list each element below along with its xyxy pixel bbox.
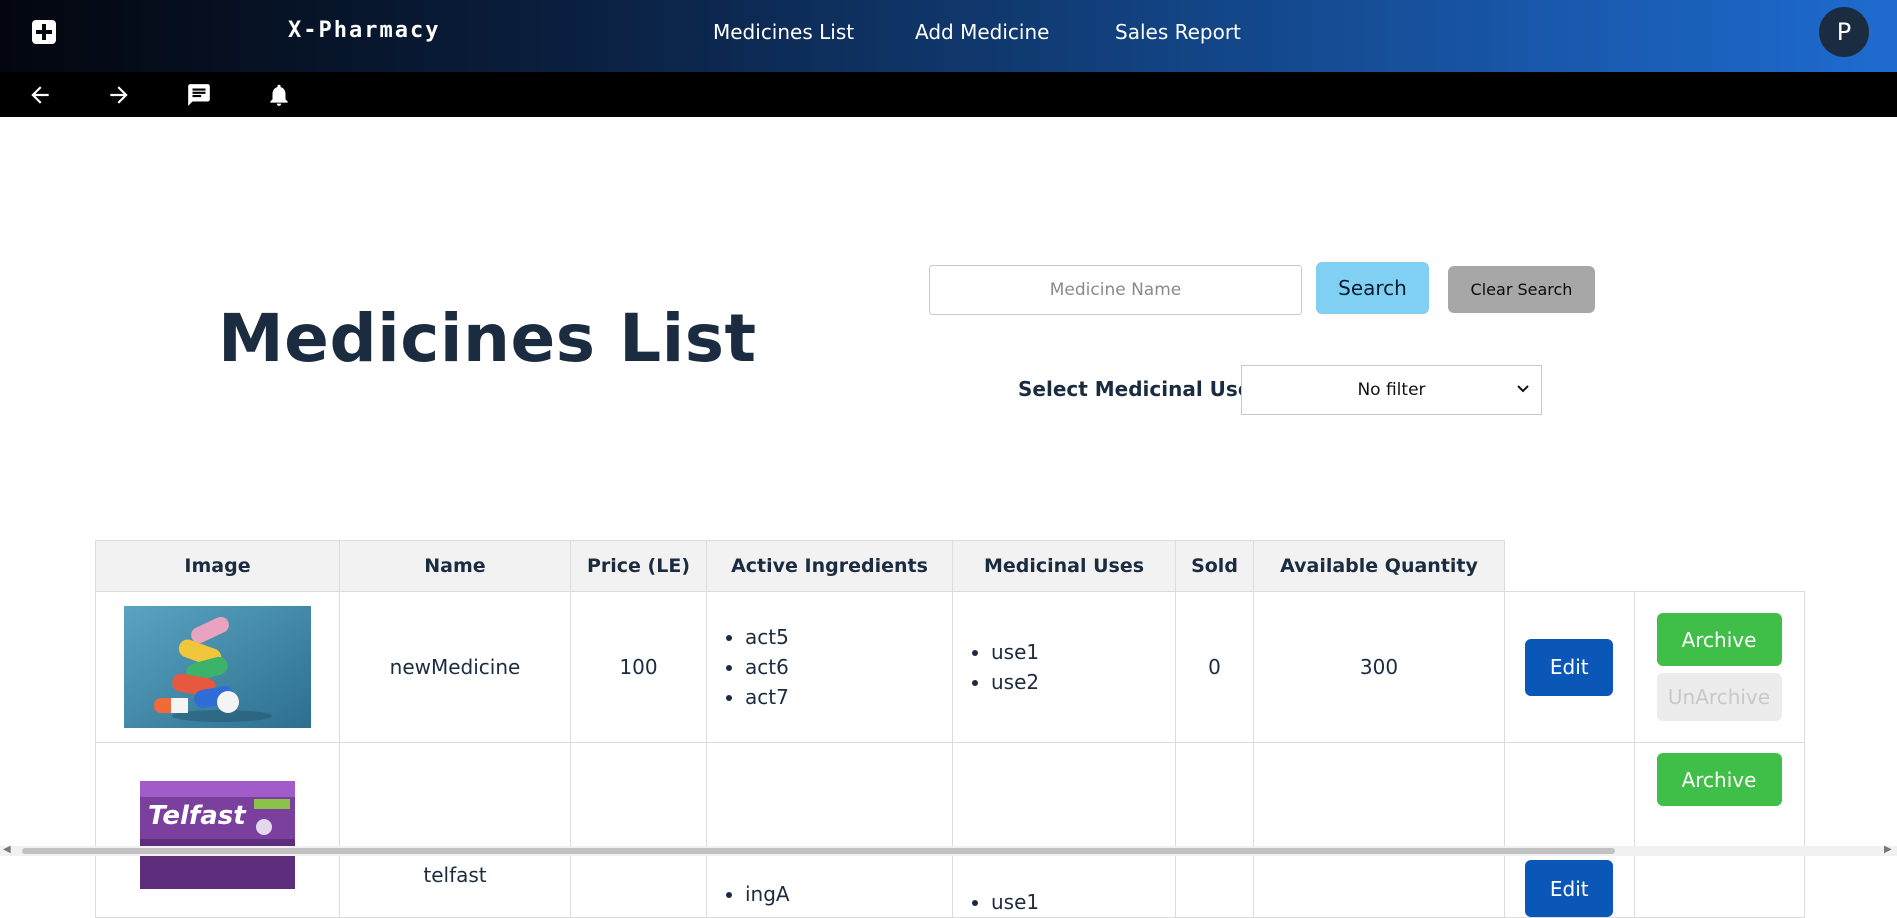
row-price	[570, 742, 707, 918]
row-image-cell: Telfast	[95, 742, 340, 918]
row-archive-cell: Archive UnArchive	[1633, 591, 1805, 743]
row-name: telfast	[339, 742, 571, 918]
header-sold: Sold	[1175, 540, 1254, 592]
header-name: Name	[339, 540, 571, 592]
ingredient-item: act6	[745, 652, 952, 682]
scroll-left-icon[interactable]: ◀	[3, 844, 11, 855]
nav-sales-report[interactable]: Sales Report	[1115, 20, 1241, 44]
bell-icon[interactable]	[266, 82, 292, 108]
row-image-cell	[95, 591, 340, 743]
medicines-table: Image Name Price (LE) Active Ingredients…	[95, 540, 1805, 918]
row-uses: use1 use2	[952, 591, 1176, 743]
search-button[interactable]: Search	[1316, 262, 1429, 314]
row-name: newMedicine	[339, 591, 571, 743]
row-edit-cell: Edit	[1504, 742, 1635, 918]
filter-selected-value: No filter	[1357, 380, 1426, 400]
row-edit-cell: Edit	[1504, 591, 1635, 743]
header-archive-spacer	[1634, 540, 1804, 592]
secondary-toolbar	[0, 72, 1897, 117]
medicinal-use-select[interactable]: No filter	[1241, 365, 1542, 415]
table-header-row: Image Name Price (LE) Active Ingredients…	[95, 540, 1804, 592]
header-medicinal-uses: Medicinal Uses	[952, 540, 1176, 592]
header-price: Price (LE)	[570, 540, 707, 592]
header-image: Image	[95, 540, 340, 592]
page-title: Medicines List	[218, 300, 757, 377]
nav-medicines-list[interactable]: Medicines List	[713, 20, 854, 44]
header-active-ingredients: Active Ingredients	[706, 540, 953, 592]
search-input[interactable]	[929, 265, 1302, 315]
nav-add-medicine[interactable]: Add Medicine	[915, 20, 1049, 44]
unarchive-button[interactable]: UnArchive	[1656, 673, 1782, 721]
header-edit-spacer	[1504, 540, 1634, 592]
ingredient-item: act5	[745, 622, 952, 652]
top-navbar: X-Pharmacy Medicines List Add Medicine S…	[0, 0, 1897, 72]
edit-button[interactable]: Edit	[1525, 860, 1614, 917]
archive-button[interactable]: Archive	[1656, 753, 1782, 806]
use-item: use1	[991, 887, 1175, 917]
arrow-left-icon[interactable]	[27, 82, 53, 108]
brand-title[interactable]: X-Pharmacy	[288, 18, 440, 43]
medical-cross-icon[interactable]	[32, 20, 56, 44]
row-sold: 0	[1175, 591, 1254, 743]
use-item: use2	[991, 667, 1175, 697]
row-uses: use1	[952, 742, 1176, 918]
pills-image	[124, 606, 311, 728]
archive-button[interactable]: Archive	[1656, 613, 1782, 666]
edit-button[interactable]: Edit	[1525, 638, 1614, 696]
table-row: Telfast telfast ingA use1	[95, 742, 1805, 918]
row-ingredients: act5 act6 act7	[706, 591, 953, 743]
chat-icon[interactable]	[186, 82, 212, 108]
avatar[interactable]: P	[1819, 7, 1869, 57]
scrollbar-thumb[interactable]	[22, 848, 1615, 854]
row-ingredients: ingA	[706, 742, 953, 918]
horizontal-scrollbar[interactable]: ◀ ▶	[0, 844, 1897, 856]
row-available-quantity	[1253, 742, 1505, 918]
row-available-quantity: 300	[1253, 591, 1505, 743]
row-price: 100	[570, 591, 707, 743]
scroll-right-icon[interactable]: ▶	[1884, 844, 1892, 855]
table-row: newMedicine 100 act5 act6 act7 use1 use2…	[95, 591, 1805, 743]
ingredient-item: act7	[745, 682, 952, 712]
row-sold	[1175, 742, 1254, 918]
use-item: use1	[991, 637, 1175, 667]
arrow-right-icon[interactable]	[106, 82, 132, 108]
chevron-down-icon	[1517, 366, 1529, 414]
telfast-box-image: Telfast	[124, 769, 311, 891]
row-archive-cell: Archive	[1633, 742, 1805, 918]
ingredient-item: ingA	[745, 879, 952, 909]
filter-label: Select Medicinal Use:	[1018, 377, 1260, 401]
clear-search-button[interactable]: Clear Search	[1448, 266, 1595, 313]
header-available-quantity: Available Quantity	[1253, 540, 1505, 592]
telfast-brand-text: Telfast	[148, 801, 247, 831]
